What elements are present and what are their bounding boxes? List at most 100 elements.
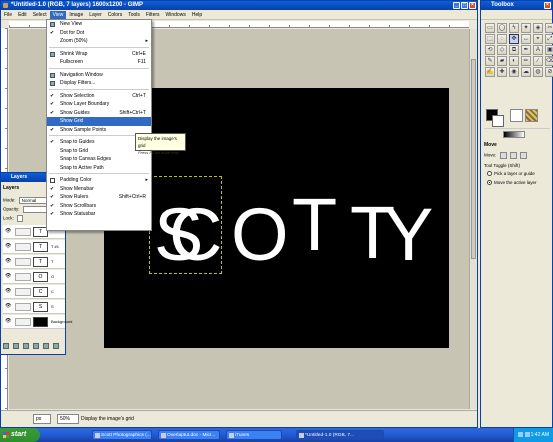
visibility-eye-icon[interactable]: 👁	[5, 259, 11, 264]
menu-item-show-scrollbars[interactable]: ✔ Show Scrollbars	[47, 202, 151, 211]
taskbar-button[interactable]: Overlaptut.doc - Micr...	[158, 430, 220, 440]
taskbar-button[interactable]: *Untitled-1.0 (RGB, 7...	[296, 430, 384, 440]
layer-row[interactable]: 👁 C C	[3, 285, 65, 299]
tool-button-icon[interactable]: ◐	[509, 56, 519, 66]
layer-row[interactable]: 👁 T T	[3, 255, 65, 269]
radio-pick-layer[interactable]: Pick a layer or guide	[487, 171, 535, 177]
menu-item-zoom-50[interactable]: Zoom (50%) ▸	[47, 37, 151, 46]
menu-select[interactable]: Select	[30, 11, 50, 19]
layer-name[interactable]: O	[51, 274, 54, 279]
layer-name[interactable]: Background	[51, 319, 72, 324]
menu-item-fullscreen[interactable]: Fullscreen F11	[47, 58, 151, 67]
scrollbar-thumb[interactable]	[471, 59, 476, 259]
menu-view[interactable]: View	[49, 11, 67, 19]
tool-button-icon[interactable]: ▭	[485, 23, 495, 33]
lock-alpha-checkbox[interactable]	[17, 215, 24, 222]
zoom-selector[interactable]: 50%	[57, 414, 79, 424]
tool-button-icon[interactable]: ϟ	[509, 23, 519, 33]
move-selection-mode-icon[interactable]	[509, 152, 517, 159]
layer-chain-toggle[interactable]	[15, 288, 31, 296]
menu-item-dot-for-dot[interactable]: ✔ Dot for Dot	[47, 29, 151, 38]
layers-tab[interactable]: Layers	[3, 185, 19, 191]
start-button[interactable]: start	[0, 428, 40, 442]
layer-row[interactable]: 👁 Background	[3, 315, 72, 329]
visibility-eye-icon[interactable]: 👁	[5, 289, 11, 294]
tool-button-icon[interactable]: ⬚	[485, 34, 495, 44]
close-button[interactable]: ×	[469, 2, 476, 9]
maximize-button[interactable]: □	[461, 2, 468, 9]
menu-item-show-menubar[interactable]: ✔ Show Menubar	[47, 185, 151, 194]
menu-item-snap-to-active-path[interactable]: Snap to Active Path	[47, 164, 151, 173]
tool-button-icon[interactable]: ↔	[521, 34, 531, 44]
unit-selector[interactable]: px	[33, 414, 51, 424]
layer-chain-toggle[interactable]	[15, 273, 31, 281]
menu-layer[interactable]: Layer	[86, 11, 105, 19]
lower-layer-icon[interactable]	[23, 343, 29, 349]
layer-chain-toggle[interactable]	[15, 258, 31, 266]
taskbar-button[interactable]: Scott Photographics (...	[92, 430, 152, 440]
tool-button-icon[interactable]: ✥	[509, 34, 519, 44]
visibility-eye-icon[interactable]: 👁	[5, 304, 11, 309]
toolbox-title-bar[interactable]: Toolbox ×	[481, 1, 552, 10]
layer-name[interactable]: T #1	[51, 244, 59, 249]
tool-button-icon[interactable]: ◇	[497, 45, 507, 55]
layer-name[interactable]: T	[51, 259, 53, 264]
tool-button-icon[interactable]: ◈	[533, 23, 543, 33]
menu-filters[interactable]: Filters	[143, 11, 163, 19]
taskbar-button[interactable]: iTunes	[226, 430, 282, 440]
menu-item-snap-to-canvas-edges[interactable]: Snap to Canvas Edges	[47, 155, 151, 164]
image-canvas[interactable]: S C O T T Y	[104, 88, 449, 348]
minimize-button[interactable]: _	[453, 2, 460, 9]
raise-layer-icon[interactable]	[13, 343, 19, 349]
layer-name[interactable]: C	[51, 289, 54, 294]
menu-item-show-layer-boundary[interactable]: ✔ Show Layer Boundary	[47, 100, 151, 109]
menu-tools[interactable]: Tools	[125, 11, 143, 19]
tool-button-icon[interactable]: ⌖	[533, 34, 543, 44]
visibility-eye-icon[interactable]: 👁	[5, 229, 11, 234]
tray-icon-network[interactable]	[518, 432, 523, 437]
brush-selector[interactable]	[510, 109, 523, 122]
menu-item-padding-color[interactable]: Padding Color ▸	[47, 176, 151, 185]
tool-button-icon[interactable]: ✏	[521, 56, 531, 66]
menu-windows[interactable]: Windows	[163, 11, 189, 19]
tool-button-icon[interactable]: ⌫	[545, 56, 553, 66]
tool-button-icon[interactable]: ☁	[521, 67, 531, 77]
visibility-eye-icon[interactable]: 👁	[5, 244, 11, 249]
menu-help[interactable]: Help	[189, 11, 205, 19]
menu-item-show-grid[interactable]: Show Grid	[47, 117, 151, 126]
layer-chain-toggle[interactable]	[15, 318, 31, 326]
tool-button-icon[interactable]: ◍	[533, 67, 543, 77]
menu-item-new-view[interactable]: New View	[47, 20, 151, 29]
radio-pick-layer-dot[interactable]	[487, 171, 492, 177]
menu-image[interactable]: Image	[66, 11, 86, 19]
tool-button-icon[interactable]: ∕	[533, 56, 543, 66]
tool-button-icon[interactable]: ✂	[545, 23, 553, 33]
tool-button-icon[interactable]: ▰	[497, 56, 507, 66]
layer-chain-toggle[interactable]	[15, 303, 31, 311]
tool-button-icon[interactable]: ✚	[497, 67, 507, 77]
menu-item-show-selection[interactable]: ✔ Show Selection Ctrl+T	[47, 92, 151, 101]
tool-button-icon[interactable]: ✎	[485, 56, 495, 66]
radio-move-active-layer[interactable]: Move the active layer	[487, 180, 537, 186]
tool-button-icon[interactable]: ◌	[497, 34, 507, 44]
delete-layer-icon[interactable]	[53, 343, 59, 349]
menu-item-show-guides[interactable]: ✔ Show Guides Shift+Ctrl+T	[47, 109, 151, 118]
layer-chain-toggle[interactable]	[15, 243, 31, 251]
move-layer-mode-icon[interactable]	[499, 152, 507, 159]
menu-edit[interactable]: Edit	[15, 11, 30, 19]
radio-move-active-dot[interactable]	[487, 180, 492, 186]
tool-button-icon[interactable]: ✦	[521, 23, 531, 33]
anchor-layer-icon[interactable]	[43, 343, 49, 349]
tool-button-icon[interactable]: ✒	[521, 45, 531, 55]
layer-row[interactable]: 👁 S S	[3, 300, 65, 314]
tool-button-icon[interactable]: ⊘	[545, 67, 553, 77]
background-color-swatch[interactable]	[492, 115, 504, 127]
tool-button-icon[interactable]: ▣	[545, 45, 553, 55]
duplicate-layer-icon[interactable]	[33, 343, 39, 349]
toolbox-close-button[interactable]: ×	[544, 2, 551, 9]
tool-button-icon[interactable]: ⟲	[485, 45, 495, 55]
menu-colors[interactable]: Colors	[105, 11, 125, 19]
menu-item-show-statusbar[interactable]: ✔ Show Statusbar	[47, 210, 151, 219]
layer-row[interactable]: 👁 T T #1	[3, 240, 65, 254]
menu-file[interactable]: File	[1, 11, 15, 19]
